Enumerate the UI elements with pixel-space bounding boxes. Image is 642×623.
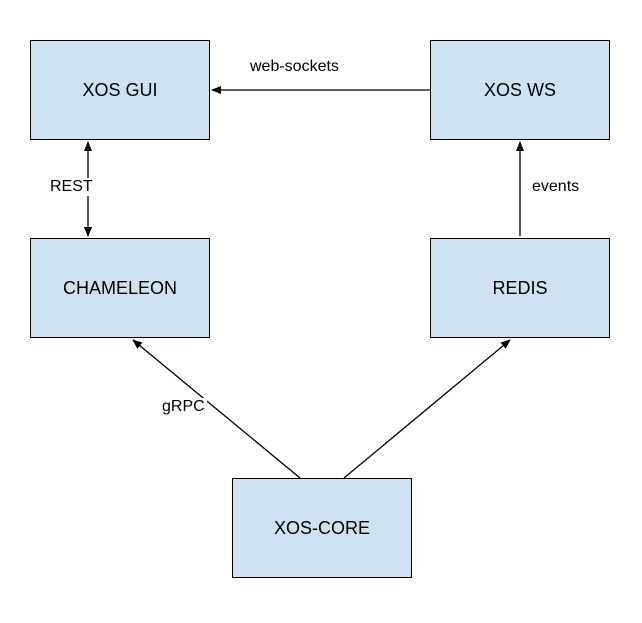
edge-label-rest: REST bbox=[48, 178, 95, 196]
edge-label-events: events bbox=[530, 178, 581, 196]
node-chameleon: CHAMELEON bbox=[30, 238, 210, 338]
edge-label-web-sockets: web-sockets bbox=[248, 58, 341, 76]
edge-grpc-left bbox=[133, 340, 300, 478]
node-chameleon-label: CHAMELEON bbox=[63, 278, 177, 299]
node-xos-ws-label: XOS WS bbox=[484, 80, 556, 101]
node-redis: REDIS bbox=[430, 238, 610, 338]
node-xos-ws: XOS WS bbox=[430, 40, 610, 140]
node-xos-gui-label: XOS GUI bbox=[82, 80, 157, 101]
edge-grpc-right bbox=[344, 340, 510, 478]
node-redis-label: REDIS bbox=[492, 278, 547, 299]
node-xos-core-label: XOS-CORE bbox=[274, 518, 370, 539]
node-xos-gui: XOS GUI bbox=[30, 40, 210, 140]
node-xos-core: XOS-CORE bbox=[232, 478, 412, 578]
edge-label-grpc: gRPC bbox=[160, 398, 207, 416]
